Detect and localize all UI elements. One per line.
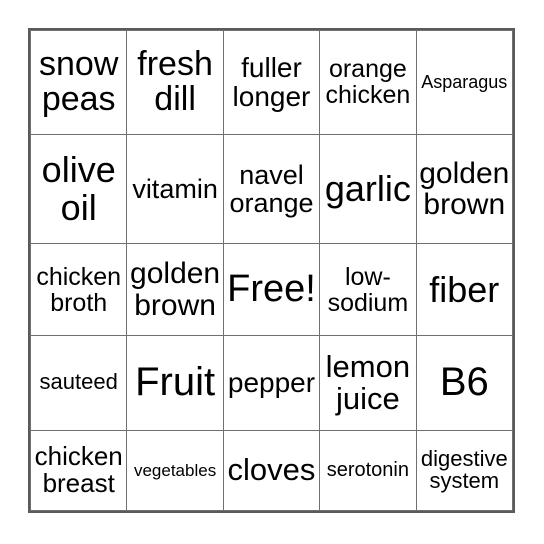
bingo-cell[interactable]: fresh dill [126,30,224,135]
bingo-cell[interactable]: lemon juice [319,334,417,431]
bingo-cell[interactable]: golden brown [126,243,224,336]
bingo-row: snow peas fresh dill fuller longer orang… [29,30,514,135]
bingo-cell[interactable]: orange chicken [319,30,417,135]
bingo-cell[interactable]: snow peas [29,30,128,135]
bingo-cell[interactable]: chicken broth [29,243,128,336]
bingo-cell[interactable]: garlic [319,133,417,245]
bingo-row: olive oil vitamin navel orange garlic go… [29,133,514,245]
bingo-row: chicken broth golden brown Free! low-sod… [29,243,514,336]
bingo-cell-free-space[interactable]: Free! [222,243,321,336]
bingo-cell[interactable]: vegetables [126,429,224,512]
bingo-cell[interactable]: low-sodium [319,243,417,336]
bingo-card: snow peas fresh dill fuller longer orang… [28,28,515,513]
bingo-cell[interactable]: serotonin [319,429,417,512]
bingo-cell[interactable]: B6 [415,334,514,431]
bingo-cell[interactable]: vitamin [126,133,224,245]
bingo-cell[interactable]: olive oil [29,133,128,245]
bingo-row: chicken breast vegetables cloves seroton… [29,429,514,512]
bingo-cell[interactable]: navel orange [222,133,321,245]
bingo-cell[interactable]: sauteed [29,334,128,431]
bingo-row: sauteed Fruit pepper lemon juice B6 [29,334,514,431]
bingo-grid: snow peas fresh dill fuller longer orang… [29,30,514,512]
bingo-cell[interactable]: golden brown [415,133,514,245]
bingo-cell[interactable]: cloves [222,429,321,512]
bingo-grid-body: snow peas fresh dill fuller longer orang… [29,30,514,512]
bingo-cell[interactable]: fuller longer [222,30,321,135]
bingo-cell[interactable]: chicken breast [29,429,128,512]
bingo-cell[interactable]: digestive system [415,429,514,512]
bingo-cell[interactable]: Asparagus [415,30,514,135]
bingo-cell[interactable]: fiber [415,243,514,336]
bingo-cell[interactable]: Fruit [126,334,224,431]
bingo-cell[interactable]: pepper [222,334,321,431]
